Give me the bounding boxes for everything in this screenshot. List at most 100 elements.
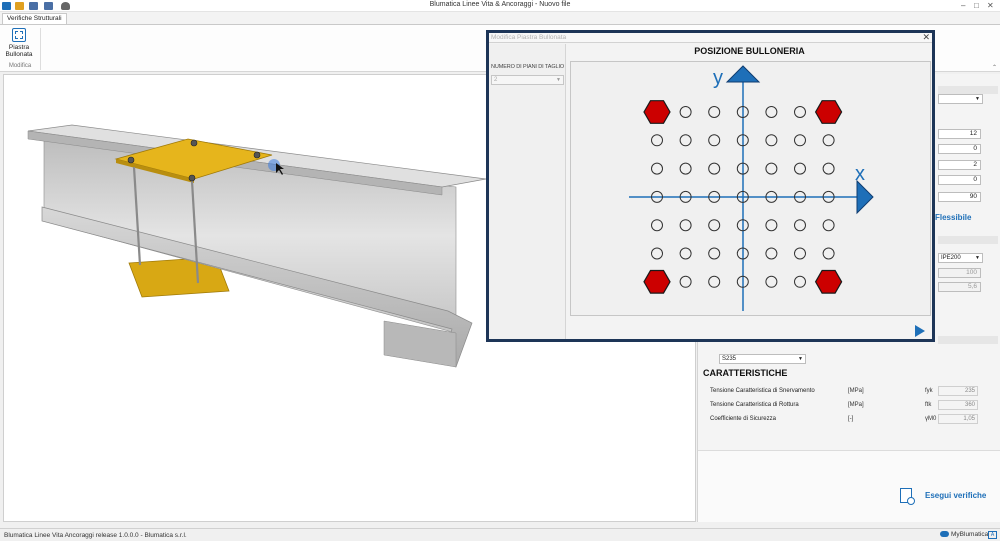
numeric-input-1[interactable]: 12 xyxy=(938,129,981,139)
property-unit: [MPa] xyxy=(848,402,864,408)
numeric-input-4[interactable]: 0 xyxy=(938,175,981,185)
cloud-icon xyxy=(940,531,949,538)
close-button[interactable]: ✕ xyxy=(987,1,994,10)
dialog-heading: POSIZIONE BULLONERIA xyxy=(694,46,805,56)
bolt-hole-slot[interactable] xyxy=(765,247,778,260)
chevron-down-icon: ▼ xyxy=(798,356,803,362)
esegui-verifiche-button[interactable]: Esegui verifiche xyxy=(898,487,994,505)
bolt-hex-icon[interactable] xyxy=(814,100,843,124)
bolt-hole-slot[interactable] xyxy=(794,219,806,232)
bolt-hole-slot[interactable] xyxy=(765,106,778,118)
property-value: 1,05 xyxy=(938,414,978,424)
window-title: Blumatica Linee Vita & Ancoraggi - Nuovo… xyxy=(429,1,571,8)
steel-grade-select[interactable]: S235 ▼ xyxy=(719,354,806,364)
numeric-input-2[interactable]: 0 xyxy=(938,144,981,154)
status-box-icon[interactable]: A xyxy=(988,531,997,539)
steel-grade-value: S235 xyxy=(722,356,737,362)
button-label-line2: Bullonata xyxy=(5,51,33,58)
bolt-hole-slot[interactable] xyxy=(765,219,778,232)
shear-planes-label: NUMERO DI PIANI DI TAGLIO xyxy=(491,64,565,70)
readonly-value-1: 100 xyxy=(938,268,981,278)
profile-select-value: IPE200 xyxy=(941,255,961,261)
panel-header-strip xyxy=(938,86,998,94)
profile-select[interactable]: IPE200 ▼ xyxy=(938,253,983,263)
property-unit: [MPa] xyxy=(848,388,864,394)
tab-verifiche-strutturali[interactable]: Verifiche Strutturali xyxy=(2,13,67,24)
property-symbol: fyk xyxy=(925,388,933,394)
type-select[interactable]: ▼ xyxy=(938,94,983,104)
piastra-bullonata-button[interactable]: Piastra Bullonata xyxy=(4,28,34,58)
bolt-hole-slot[interactable] xyxy=(679,162,692,175)
ribbon-tab-row: Verifiche Strutturali xyxy=(0,12,1000,24)
dialog-close-button[interactable]: ✕ xyxy=(922,32,930,43)
verify-report-icon xyxy=(900,488,915,505)
bolt-hole-slot[interactable] xyxy=(708,247,721,260)
numeric-input-5[interactable]: 90 xyxy=(938,192,981,202)
shear-planes-select[interactable]: 2 ▼ xyxy=(491,75,564,85)
bolted-plate-dialog: Modifica Piastra Bullonata ✕ NUMERO DI P… xyxy=(486,30,935,342)
collapse-ribbon-icon[interactable]: ⌃ xyxy=(992,64,997,71)
property-value: 235 xyxy=(938,386,978,396)
myblumatica-label: MyBlumatica xyxy=(951,531,989,538)
bolt-head xyxy=(127,156,135,164)
property-symbol: γM0 xyxy=(925,416,937,422)
maximize-button[interactable]: □ xyxy=(974,1,979,10)
bolt-hole-slot[interactable] xyxy=(651,219,663,232)
bolt-hole-slot[interactable] xyxy=(822,247,835,260)
property-label: Tensione Caratteristica di Rottura xyxy=(710,402,799,408)
bolt-hole-slot[interactable] xyxy=(708,106,721,118)
bolt-hole-slot[interactable] xyxy=(708,162,721,175)
property-label: Tensione Caratteristica di Snervamento xyxy=(710,388,815,394)
status-bar: Blumatica Linee Vita Ancoraggi release 1… xyxy=(0,528,1000,541)
property-label: Coefficiente di Sicurezza xyxy=(710,416,776,422)
bolt-hole-slot[interactable] xyxy=(679,106,692,118)
minimize-button[interactable]: – xyxy=(961,1,965,10)
bolt-hole-slot[interactable] xyxy=(708,134,721,147)
bolt-hole-slot[interactable] xyxy=(794,134,806,147)
shear-planes-value: 2 xyxy=(494,77,498,83)
myblumatica-button[interactable]: MyBlumatica xyxy=(940,531,988,538)
ribbon-group-label: Modifica xyxy=(8,63,32,69)
bolt-hole-slot[interactable] xyxy=(765,134,778,147)
bolt-hole-slot[interactable] xyxy=(679,219,692,232)
dialog-title: Modifica Piastra Bullonata xyxy=(491,34,567,41)
bolt-hex-icon[interactable] xyxy=(643,100,671,124)
panel-header-strip xyxy=(938,236,998,244)
bolt-hole-slot[interactable] xyxy=(794,106,806,118)
numeric-input-3[interactable]: 2 xyxy=(938,160,981,170)
y-axis-arrow-icon xyxy=(725,65,761,83)
bolt-head xyxy=(188,174,196,182)
y-axis-label: y xyxy=(713,67,723,89)
bolt-hole-slot[interactable] xyxy=(822,134,835,147)
button-label-line1: Piastra xyxy=(8,44,30,51)
next-arrow-button[interactable] xyxy=(915,325,925,337)
bolt-hex-icon[interactable] xyxy=(814,269,843,294)
readonly-value-2: 5,6 xyxy=(938,282,981,292)
bolt-hole-slot[interactable] xyxy=(651,162,663,175)
property-symbol: ftk xyxy=(925,402,932,408)
bolt-head xyxy=(190,139,198,147)
dialog-options-panel: NUMERO DI PIANI DI TAGLIO 2 ▼ xyxy=(489,44,566,339)
bolt-hole-slot[interactable] xyxy=(679,134,692,147)
bolt-hole-slot[interactable] xyxy=(822,219,835,232)
bolt-hole-slot[interactable] xyxy=(794,275,806,288)
bolt-hole-slot[interactable] xyxy=(794,247,806,260)
status-text: Blumatica Linee Vita Ancoraggi release 1… xyxy=(4,532,187,539)
x-axis-label: x xyxy=(855,163,865,185)
bolt-layout-svg[interactable]: y x xyxy=(571,62,932,317)
bolt-hole-slot[interactable] xyxy=(651,134,663,147)
bolt-hole-slot[interactable] xyxy=(708,275,721,288)
title-bar: Blumatica Linee Vita & Ancoraggi - Nuovo… xyxy=(0,0,1000,12)
chevron-down-icon: ▼ xyxy=(556,77,561,83)
flessibile-link[interactable]: Flessibile xyxy=(935,213,971,222)
bolt-hole-slot[interactable] xyxy=(765,162,778,175)
bolt-hole-slot[interactable] xyxy=(822,162,835,175)
bolt-hole-slot[interactable] xyxy=(708,219,721,232)
bolt-hex-icon[interactable] xyxy=(643,269,671,294)
bolt-hole-slot[interactable] xyxy=(765,275,778,288)
bolt-layout-canvas[interactable]: y x xyxy=(570,61,931,316)
bolt-hole-slot[interactable] xyxy=(679,275,692,288)
bolt-hole-slot[interactable] xyxy=(651,247,663,260)
bolt-hole-slot[interactable] xyxy=(679,247,692,260)
bolt-hole-slot[interactable] xyxy=(794,162,806,175)
